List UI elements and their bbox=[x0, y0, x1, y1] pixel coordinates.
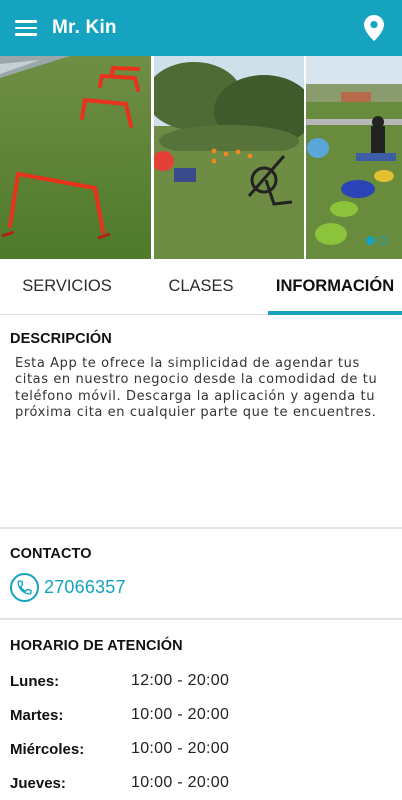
hours-day: Jueves: bbox=[10, 774, 66, 792]
app-bar: Mr. Kin bbox=[0, 0, 402, 56]
tab-informacion[interactable]: INFORMACIÓN bbox=[268, 259, 402, 315]
description-section: DESCRIPCIÓN Esta App te ofrece la simpli… bbox=[0, 315, 402, 529]
gallery-photo-garden-bike bbox=[154, 56, 304, 259]
carousel-indicator[interactable] bbox=[366, 236, 388, 245]
description-text: Esta App te ofrece la simplicidad de age… bbox=[15, 356, 378, 420]
tab-servicios[interactable]: SERVICIOS bbox=[0, 259, 134, 314]
hours-time: 12:00 - 20:00 bbox=[131, 672, 230, 689]
hamburger-menu-icon bbox=[15, 20, 37, 36]
phone-number: 27066357 bbox=[44, 577, 126, 597]
hours-day: Lunes: bbox=[10, 672, 60, 690]
hours-row: Jueves: 10:00 - 20:00 bbox=[10, 766, 402, 800]
carousel-dot-2[interactable] bbox=[379, 236, 388, 245]
hours-table: Lunes: 12:00 - 20:00 Martes: 10:00 - 20:… bbox=[0, 654, 402, 800]
app-title: Mr. Kin bbox=[52, 17, 117, 38]
contact-title: CONTACTO bbox=[10, 546, 92, 562]
hours-time: 10:00 - 20:00 bbox=[131, 774, 230, 791]
hours-time: 10:00 - 20:00 bbox=[131, 706, 230, 723]
tab-clases[interactable]: CLASES bbox=[134, 259, 268, 314]
hours-row: Martes: 10:00 - 20:00 bbox=[10, 698, 402, 732]
hours-title: HORARIO DE ATENCIÓN bbox=[10, 638, 183, 654]
gallery-photo-hurdles bbox=[0, 56, 151, 259]
gallery-photo-training bbox=[306, 56, 402, 259]
phone-link[interactable]: 27066357 bbox=[0, 562, 402, 602]
hours-day: Martes: bbox=[10, 706, 64, 724]
map-pin-icon bbox=[364, 15, 384, 41]
description-title: DESCRIPCIÓN bbox=[10, 331, 112, 347]
hours-time: 10:00 - 20:00 bbox=[131, 740, 230, 757]
carousel-dot-1[interactable] bbox=[366, 236, 375, 245]
phone-icon bbox=[10, 573, 39, 602]
hours-day: Miércoles: bbox=[10, 740, 85, 758]
hours-row: Miércoles: 10:00 - 20:00 bbox=[10, 732, 402, 766]
contact-section: CONTACTO 27066357 bbox=[0, 530, 402, 620]
tab-bar: SERVICIOS CLASES INFORMACIÓN bbox=[0, 259, 402, 315]
menu-button[interactable] bbox=[0, 0, 52, 56]
opening-hours-section: HORARIO DE ATENCIÓN Lunes: 12:00 - 20:00… bbox=[0, 622, 402, 800]
hours-row: Lunes: 12:00 - 20:00 bbox=[10, 664, 402, 698]
photo-carousel[interactable] bbox=[0, 56, 402, 259]
location-button[interactable] bbox=[346, 0, 402, 56]
